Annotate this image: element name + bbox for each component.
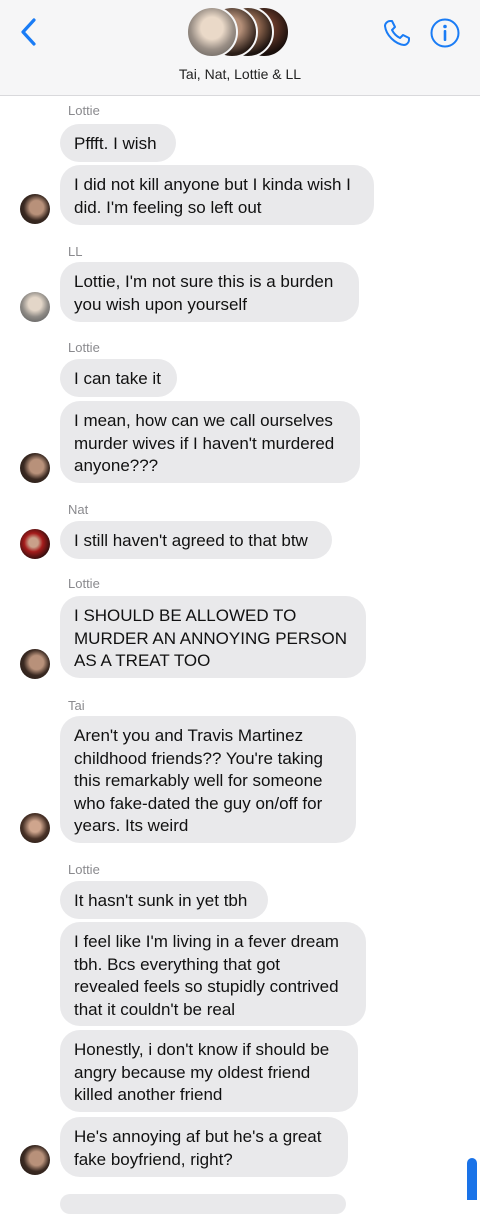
sender-name: Lottie bbox=[68, 103, 100, 118]
details-button[interactable] bbox=[428, 16, 462, 50]
avatar-lottie[interactable] bbox=[20, 453, 50, 483]
message-bubble[interactable]: Lottie, I'm not sure this is a burden yo… bbox=[60, 262, 359, 322]
sender-name: Lottie bbox=[68, 340, 100, 355]
message-bubble[interactable]: Aren't you and Travis Martinez childhood… bbox=[60, 716, 356, 843]
chevron-left-icon bbox=[21, 18, 36, 46]
sender-name: Nat bbox=[68, 502, 89, 517]
message-bubble[interactable]: I still haven't agreed to that btw bbox=[60, 521, 332, 559]
message-bubble[interactable]: I mean, how can we call ourselves murder… bbox=[60, 401, 360, 483]
info-icon bbox=[430, 18, 460, 48]
message-bubble[interactable]: I did not kill anyone but I kinda wish I… bbox=[60, 165, 374, 225]
message-bubble[interactable]: I SHOULD BE ALLOWED TO MURDER AN ANNOYIN… bbox=[60, 596, 366, 678]
group-name[interactable]: Tai, Nat, Lottie & LL bbox=[0, 66, 480, 82]
avatar-lottie[interactable] bbox=[20, 649, 50, 679]
avatar-ll[interactable] bbox=[20, 292, 50, 322]
message-bubble[interactable]: Pffft. I wish bbox=[60, 124, 176, 162]
phone-icon bbox=[384, 20, 410, 46]
message-bubble[interactable]: He's annoying af but he's a great fake b… bbox=[60, 1117, 348, 1177]
message-bubble[interactable]: I feel like I'm living in a fever dream … bbox=[60, 922, 366, 1026]
conversation-header: Tai, Nat, Lottie & LL bbox=[0, 0, 480, 96]
sender-name: Lottie bbox=[68, 862, 100, 877]
message-bubble[interactable]: It hasn't sunk in yet tbh bbox=[60, 881, 268, 919]
scroll-indicator[interactable] bbox=[467, 1158, 477, 1200]
avatar-nat[interactable] bbox=[20, 529, 50, 559]
sender-name: LL bbox=[68, 244, 83, 259]
avatar-lottie[interactable] bbox=[20, 1145, 50, 1175]
avatar-lottie[interactable] bbox=[20, 194, 50, 224]
message-bubble[interactable]: I can take it bbox=[60, 359, 177, 397]
message-bubble-partial[interactable] bbox=[60, 1194, 346, 1214]
call-button[interactable] bbox=[380, 16, 414, 50]
avatar-tai[interactable] bbox=[20, 813, 50, 843]
sender-name: Lottie bbox=[68, 576, 100, 591]
group-avatar-stack[interactable] bbox=[186, 4, 296, 58]
message-bubble[interactable]: Honestly, i don't know if should be angr… bbox=[60, 1030, 358, 1112]
avatar-ll bbox=[186, 6, 238, 58]
back-button[interactable] bbox=[14, 14, 42, 50]
sender-name: Tai bbox=[68, 698, 85, 713]
